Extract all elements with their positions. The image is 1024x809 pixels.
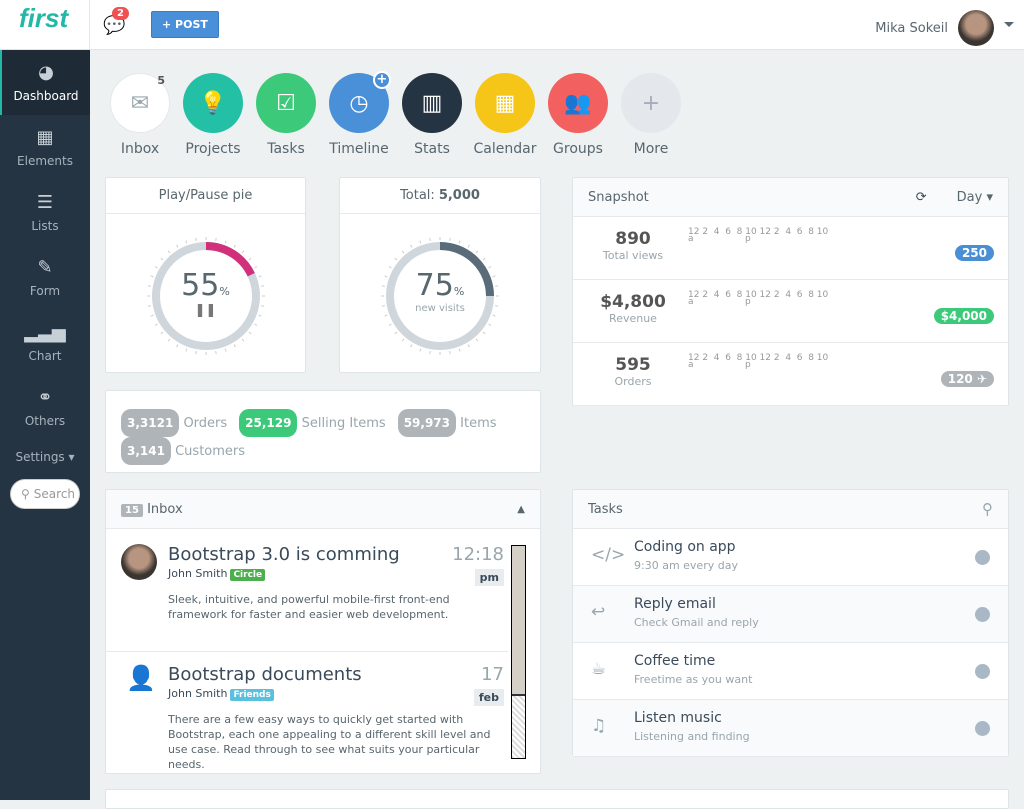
snapshot-row: 890 Total views 12 2 4 6 8 10 12 2 4 6 8 1… <box>573 217 1008 280</box>
shortcut-calendar[interactable]: ▦ Calendar <box>474 73 536 157</box>
snapshot-badge: $4,000 <box>933 308 994 324</box>
snapshot-card: Snapshot ⟳ Day ▾ 890 Total views 12 2 4 6 8 … <box>572 177 1009 406</box>
pie-chart-2: 75% new visits <box>380 236 500 356</box>
snapshot-badge: 120 ✈ <box>940 371 994 387</box>
scrollbar[interactable] <box>511 545 526 759</box>
inbox-count: 15 <box>121 503 143 517</box>
stat-item: 3,3121 Orders <box>121 409 227 437</box>
range-dropdown[interactable]: Day ▾ <box>957 190 993 205</box>
inbox-message[interactable]: 👤 Bootstrap documents John Smith Friends The… <box>106 664 508 772</box>
sidebar-item-lists[interactable]: ☰ Lists <box>0 180 90 245</box>
task-icon: </> <box>591 545 626 565</box>
task-icon: ☕ <box>591 659 607 679</box>
sparkline-axis: 12 2 4 6 8 10 12 2 4 6 8 10 a p <box>688 353 829 370</box>
composer-card <box>105 789 1009 809</box>
groups-icon: 👥 <box>564 90 592 116</box>
task-icon: ♫ <box>591 716 607 736</box>
sidebar-item-elements[interactable]: ▦ Elements <box>0 115 90 180</box>
shortcut-projects[interactable]: 💡 Projects <box>183 73 243 157</box>
settings-menu[interactable]: Settings ▾ <box>0 440 90 479</box>
sparkline-axis: 12 2 4 6 8 10 12 2 4 6 8 10 a p <box>688 290 829 307</box>
inbox-badge: 5 <box>157 74 165 87</box>
grid-icon: ▦ <box>36 127 54 148</box>
tasks-card: Tasks ⚲ </> Coding on app 9:30 am every day… <box>572 489 1009 757</box>
chat-count-badge: 2 <box>112 7 129 20</box>
sidebar-item-dashboard[interactable]: ◕ Dashboard <box>0 50 90 115</box>
task-item[interactable]: ↩ Reply email Check Gmail and reply <box>573 586 1008 643</box>
search-icon[interactable]: ⚲ <box>982 500 993 518</box>
tag-label: Circle <box>230 569 266 581</box>
stat-item: 25,129 Selling Items <box>239 409 386 437</box>
snapshot-row: $4,800 Revenue 12 2 4 6 8 10 12 2 4 6 8 10… <box>573 280 1008 343</box>
snapshot-badge: 250 <box>954 245 994 261</box>
sidebar-item-others[interactable]: ⚭ Others <box>0 375 90 440</box>
total-pie-card: Total: 5,000 75% new visits <box>339 177 541 373</box>
sidebar-item-chart[interactable]: ▂▃▅ Chart <box>0 310 90 375</box>
user-menu[interactable]: Mika Sokeil <box>875 10 994 46</box>
pie-value: 75 <box>415 268 454 303</box>
tasks-icon: ☑ <box>276 90 296 116</box>
avatar <box>121 544 157 580</box>
projects-icon: 💡 <box>199 90 227 116</box>
timeline-icon: ◷ <box>349 90 369 116</box>
card-title: Total: 5,000 <box>340 178 540 214</box>
top-bar: first 💬 2 + POST Mika Sokeil <box>0 0 1024 50</box>
status-dot[interactable] <box>975 550 990 565</box>
sidebar-item-form[interactable]: ✎ Form <box>0 245 90 310</box>
stat-item: 59,973 Items <box>397 409 497 437</box>
shortcut-timeline[interactable]: ◷ + Timeline <box>329 71 391 157</box>
sparkline-axis: 12 2 4 6 8 10 12 2 4 6 8 10 a p <box>688 227 829 244</box>
search-icon: ⚲ <box>21 487 30 501</box>
collapse-icon[interactable]: ▲ <box>517 504 525 515</box>
status-dot[interactable] <box>975 607 990 622</box>
stat-item: 3,141 Customers <box>121 437 245 465</box>
chevron-down-icon[interactable] <box>1004 22 1014 32</box>
card-title: Tasks <box>588 501 623 517</box>
dashboard-icon: ◕ <box>38 62 54 83</box>
play-pause-pie-card: Play/Pause pie 55% ❚❚ <box>105 177 306 373</box>
inbox-icon: ✉ <box>130 90 150 116</box>
more-icon: + <box>641 90 661 116</box>
shortcut-stats[interactable]: ▥ Stats <box>402 73 462 157</box>
shortcut-tasks[interactable]: ☑ Tasks <box>256 73 316 157</box>
stats-card: 3,3121 Orders 25,129 Selling Items 59,973 … <box>105 390 541 473</box>
link-icon: ⚭ <box>37 387 53 408</box>
inbox-message[interactable]: Bootstrap 3.0 is comming John Smith Circle… <box>106 544 508 652</box>
status-dot[interactable] <box>975 721 990 736</box>
shortcut-more[interactable]: + More <box>621 73 681 157</box>
user-name: Mika Sokeil <box>875 20 948 36</box>
card-title: Snapshot <box>588 189 649 205</box>
post-button[interactable]: + POST <box>151 11 219 38</box>
search-input[interactable]: ⚲ Search <box>10 479 80 509</box>
card-title: Play/Pause pie <box>106 178 305 214</box>
signal-icon: ▂▃▅ <box>24 322 66 343</box>
card-title: Inbox <box>147 501 183 517</box>
avatar <box>958 10 994 46</box>
edit-icon: ✎ <box>37 257 53 278</box>
inbox-card: 15 Inbox ▲ Bootstrap 3.0 is comming John S… <box>105 489 541 774</box>
snapshot-row: 595 Orders 12 2 4 6 8 10 12 2 4 6 8 10 a p1… <box>573 343 1008 406</box>
stats-icon: ▥ <box>421 90 443 116</box>
pause-icon[interactable]: ❚❚ <box>146 303 266 318</box>
refresh-icon[interactable]: ⟳ <box>916 190 927 205</box>
task-item[interactable]: ♫ Listen music Listening and finding <box>573 700 1008 757</box>
user-icon: 👤 <box>126 664 156 692</box>
tag-label: Friends <box>230 689 274 701</box>
task-item[interactable]: ☕ Coffee time Freetime as you want <box>573 643 1008 700</box>
logo[interactable]: first <box>0 0 90 50</box>
shortcut-groups[interactable]: 👥 Groups <box>548 73 608 157</box>
status-dot[interactable] <box>975 664 990 679</box>
calendar-icon: ▦ <box>494 90 516 116</box>
list-icon: ☰ <box>36 192 54 213</box>
sidebar: ◕ Dashboard ▦ Elements ☰ Lists ✎ Form ▂▃▅ Chart ⚭ O… <box>0 50 90 800</box>
pie-value: 55 <box>181 268 220 303</box>
shortcut-inbox[interactable]: ✉ 5 Inbox <box>110 73 170 157</box>
chat-button[interactable]: 💬 2 <box>103 7 129 36</box>
add-icon: + <box>373 71 391 89</box>
task-item[interactable]: </> Coding on app 9:30 am every day <box>573 529 1008 586</box>
pie-chart-1[interactable]: 55% ❚❚ <box>146 236 266 356</box>
task-icon: ↩ <box>591 602 606 622</box>
